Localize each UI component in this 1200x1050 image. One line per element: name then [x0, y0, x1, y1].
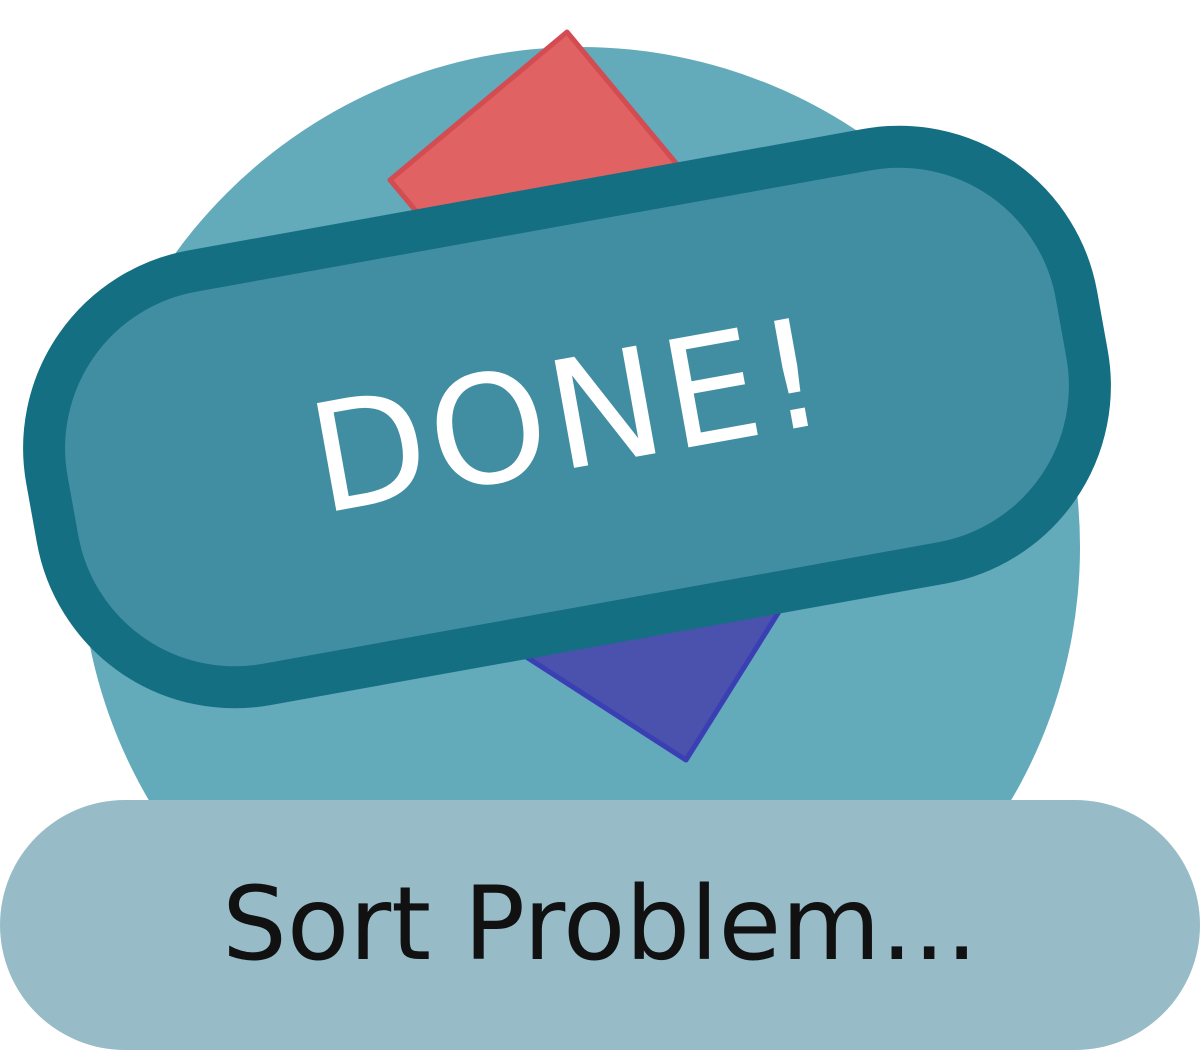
sort-done-illustration: DONE! Sort Problem...: [0, 0, 1200, 1050]
caption-pill: Sort Problem...: [0, 800, 1200, 1050]
caption-text: Sort Problem...: [222, 865, 978, 984]
